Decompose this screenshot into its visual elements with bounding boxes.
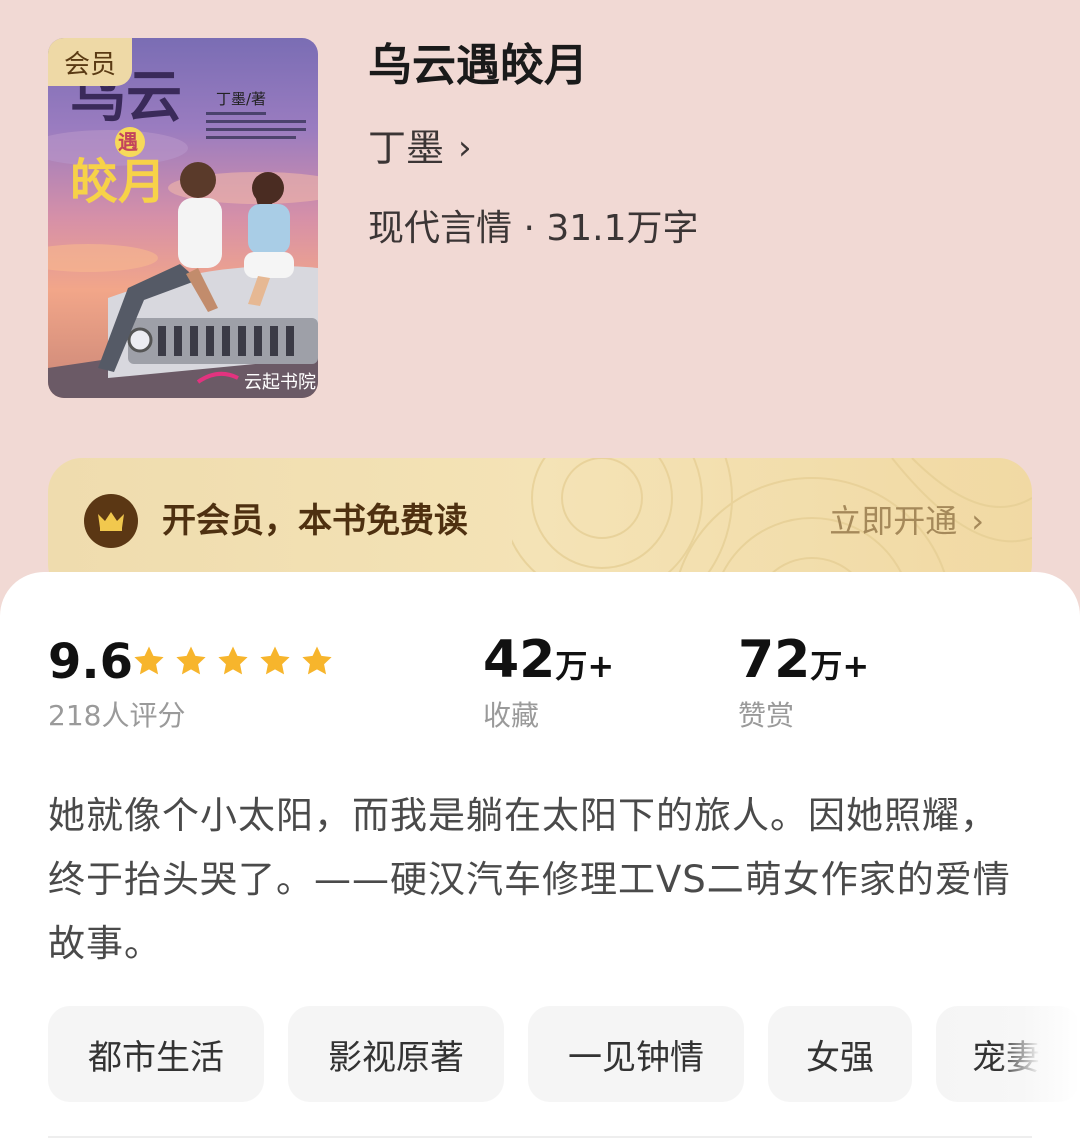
rewards-unit: 万+ xyxy=(810,647,870,685)
cover-title-char: 遇 xyxy=(118,130,138,154)
favorites-unit: 万+ xyxy=(555,647,615,685)
rewards-label: 赞赏 xyxy=(738,699,795,732)
star-icon xyxy=(134,646,164,675)
rating-count: 218人评分 xyxy=(48,699,186,732)
vip-badge: 会员 xyxy=(48,38,132,86)
rewards-number: 72 xyxy=(738,630,811,690)
tag-chip[interactable]: 都市生活 xyxy=(48,1006,264,1102)
activate-vip-label: 立即开通 xyxy=(829,502,958,540)
rating-stars xyxy=(132,644,334,678)
book-title: 乌云遇皎月 xyxy=(368,40,588,91)
book-synopsis[interactable]: 她就像个小太阳，而我是躺在太阳下的旅人。因她照耀，终于抬头哭了。——硬汉汽车修理… xyxy=(48,784,1032,976)
cover-author: 丁墨/著 xyxy=(216,90,266,108)
chevron-right-icon: › xyxy=(971,502,984,540)
tag-list: 都市生活 影视原著 一见钟情 女强 宠妻 xyxy=(48,1006,1080,1102)
divider xyxy=(48,1136,1032,1138)
star-icon xyxy=(260,646,290,675)
favorites-label: 收藏 xyxy=(483,699,540,732)
book-cover[interactable]: 乌云 遇 皎月 丁墨/著 云起书院 会员 xyxy=(48,38,318,398)
book-meta: 现代言情 · 31.1万字 xyxy=(368,208,699,249)
author-name: 丁墨 xyxy=(368,126,445,170)
cover-illustration: 乌云 遇 皎月 丁墨/著 云起书院 xyxy=(48,64,318,398)
star-icon xyxy=(302,646,332,675)
cover-title-line2: 皎月 xyxy=(70,154,166,210)
vip-promo-text: 开会员，本书免费读 xyxy=(162,501,468,541)
author-link[interactable]: 丁墨 › xyxy=(368,122,472,174)
rewards-count: 72万+ xyxy=(738,630,869,702)
activate-vip-button[interactable]: 立即开通 › xyxy=(829,494,984,548)
star-icon xyxy=(218,646,248,675)
tag-chip[interactable]: 一见钟情 xyxy=(528,1006,744,1102)
favorites-count: 42万+ xyxy=(483,630,614,702)
chevron-right-icon: › xyxy=(458,128,472,168)
rating-score: 9.6 xyxy=(48,634,134,690)
cover-publisher: 云起书院 xyxy=(244,372,316,393)
crown-icon xyxy=(84,494,138,548)
star-icon xyxy=(176,646,206,675)
tag-chip[interactable]: 宠妻 xyxy=(936,1006,1080,1102)
tag-chip[interactable]: 影视原著 xyxy=(288,1006,504,1102)
favorites-number: 42 xyxy=(483,630,556,690)
tag-chip[interactable]: 女强 xyxy=(768,1006,912,1102)
detail-sheet: 9.6 218人评分 42万+ 收藏 72万+ 赞赏 她就像个小太阳，而我是躺在… xyxy=(0,572,1080,1144)
